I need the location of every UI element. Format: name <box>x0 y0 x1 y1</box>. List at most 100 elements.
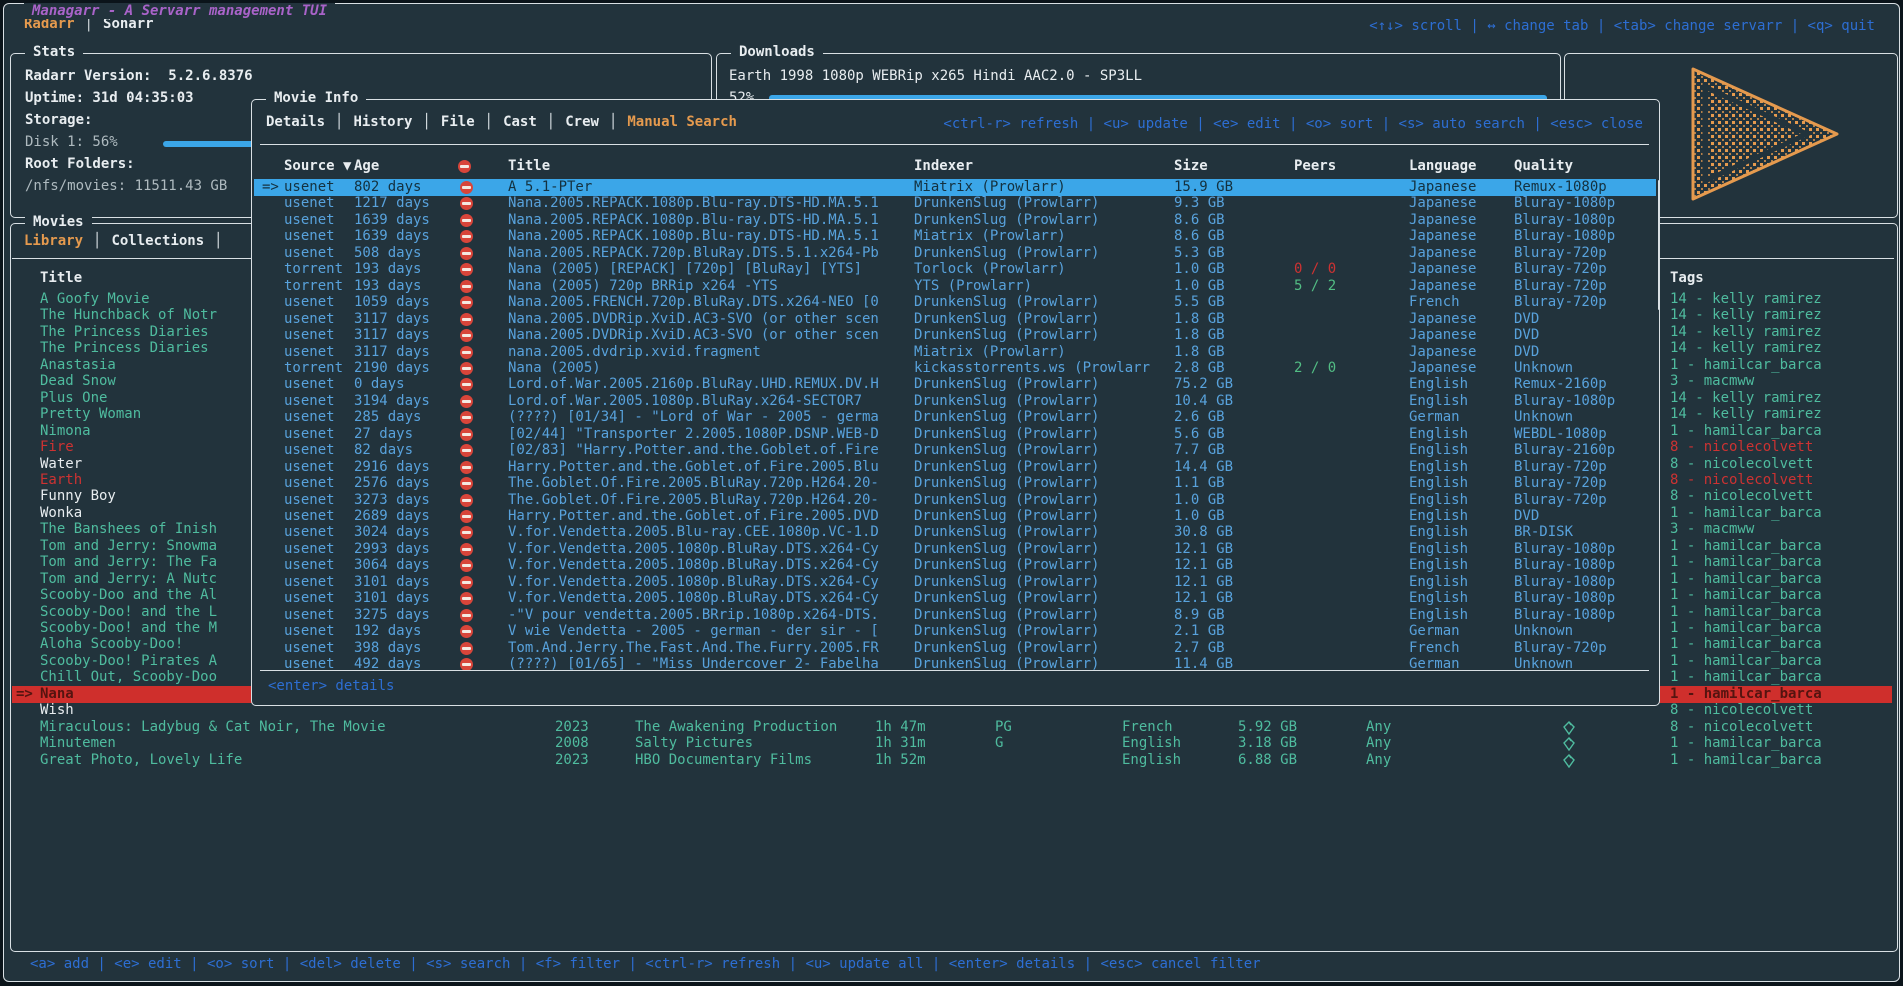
search-result-row[interactable]: usenet3273 daysThe.Goblet.Of.Fire.2005.B… <box>254 492 1656 509</box>
search-result-row[interactable]: usenet3117 daysnana.2005.dvdrip.xvid.fra… <box>254 344 1656 361</box>
movie-tag: 8 - nicolecolvett <box>1670 439 1813 456</box>
release-size: 12.1 GB <box>1174 574 1233 591</box>
release-source: usenet <box>284 228 335 245</box>
search-result-row[interactable]: usenet1639 daysNana.2005.REPACK.1080p.Bl… <box>254 212 1656 229</box>
release-title: [02/83] "Harry.Potter.and.the.Goblet.of.… <box>508 442 879 459</box>
release-title: A 5.1-PTer <box>508 179 592 196</box>
search-result-row[interactable]: usenet27 days[02/44] "Transporter 2.2005… <box>254 426 1656 443</box>
release-language: English <box>1409 393 1468 410</box>
search-result-row[interactable]: usenet2916 daysHarry.Potter.and.the.Gobl… <box>254 459 1656 476</box>
movies-tabs: Library│Collections│ <box>24 233 233 249</box>
release-title: Nana.2005.FRENCH.720p.BluRay.DTS.x264-NE… <box>508 294 879 311</box>
release-title: -"V pour vendetta.2005.BRrip.1080p.x264-… <box>508 607 879 624</box>
tab-separator: │ <box>599 114 627 130</box>
release-language: English <box>1409 508 1468 525</box>
movie-studio: The Awakening Production <box>635 719 837 736</box>
search-result-row[interactable]: usenet3101 daysV.for.Vendetta.2005.1080p… <box>254 574 1656 591</box>
release-source: usenet <box>284 541 335 558</box>
selection-marker: => <box>16 686 33 703</box>
sort-desc-icon: ▼ <box>343 158 351 174</box>
release-indexer: DrunkenSlug (Prowlarr) <box>914 640 1099 657</box>
movie-info-title: Movie Info <box>266 90 366 106</box>
movie-tag: 8 - nicolecolvett <box>1670 472 1813 489</box>
search-result-row[interactable]: usenet2576 daysThe.Goblet.Of.Fire.2005.B… <box>254 475 1656 492</box>
release-language: English <box>1409 541 1468 558</box>
column-quality: Quality <box>1514 158 1573 174</box>
movies-tab-library[interactable]: Library <box>24 233 83 249</box>
movie-info-tab-history[interactable]: History <box>353 114 412 130</box>
movie-tag: 14 - kelly ramirez <box>1670 307 1822 324</box>
movie-title: The Princess Diaries <box>40 340 209 357</box>
app-window: Managarr - A Servarr management TUI Rada… <box>3 3 1900 982</box>
search-result-row[interactable]: usenet1217 daysNana.2005.REPACK.1080p.Bl… <box>254 195 1656 212</box>
release-size: 10.4 GB <box>1174 393 1233 410</box>
movie-title: A Goofy Movie <box>40 291 150 308</box>
search-result-row[interactable]: usenet2993 daysV.for.Vendetta.2005.1080p… <box>254 541 1656 558</box>
search-result-row[interactable]: usenet0 daysLord.of.War.2005.2160p.BluRa… <box>254 376 1656 393</box>
search-result-row[interactable]: usenet1059 daysNana.2005.FRENCH.720p.Blu… <box>254 294 1656 311</box>
release-source: usenet <box>284 524 335 541</box>
release-language: English <box>1409 376 1468 393</box>
movie-info-tab-details[interactable]: Details <box>266 114 325 130</box>
release-source: usenet <box>284 195 335 212</box>
release-title: Nana (2005) [REPACK] [720p] [BluRay] [YT… <box>508 261 862 278</box>
movie-row[interactable]: Miraculous: Ladybug & Cat Noir, The Movi… <box>12 719 1892 736</box>
release-language: Japanese <box>1409 195 1476 212</box>
movie-row[interactable]: Minutemen2008Salty Pictures1h 31mGEnglis… <box>12 735 1892 752</box>
search-result-row[interactable]: torrent193 daysNana (2005) [REPACK] [720… <box>254 261 1656 278</box>
movies-tab-collections[interactable]: Collections <box>111 233 204 249</box>
movie-tag: 1 - hamilcar_barca <box>1670 357 1822 374</box>
release-age: 193 days <box>354 278 421 295</box>
movie-year: 2023 <box>555 719 589 736</box>
search-result-row[interactable]: torrent2190 daysNana (2005)kickasstorren… <box>254 360 1656 377</box>
release-age: 3273 days <box>354 492 430 509</box>
movie-quality-profile: Any <box>1366 735 1391 752</box>
search-result-row[interactable]: torrent193 daysNana (2005) 720p BRRip x2… <box>254 278 1656 295</box>
release-title: V.for.Vendetta.2005.Blu-ray.CEE.1080p.VC… <box>508 524 879 541</box>
release-title: Nana.2005.DVDRip.XviD.AC3-SVO (or other … <box>508 327 879 344</box>
release-indexer: DrunkenSlug (Prowlarr) <box>914 393 1099 410</box>
search-result-row[interactable]: usenet3275 days-"V pour vendetta.2005.BR… <box>254 607 1656 624</box>
search-result-row[interactable]: =>usenet802 daysA 5.1-PTerMiatrix (Prowl… <box>254 179 1656 196</box>
search-result-row[interactable]: usenet3117 daysNana.2005.DVDRip.XviD.AC3… <box>254 311 1656 328</box>
release-age: 3117 days <box>354 344 430 361</box>
release-source: usenet <box>284 459 335 476</box>
search-result-row[interactable]: usenet82 days[02/83] "Harry.Potter.and.t… <box>254 442 1656 459</box>
search-result-row[interactable]: usenet508 daysNana.2005.REPACK.720p.BluR… <box>254 245 1656 262</box>
movie-info-tab-cast[interactable]: Cast <box>503 114 537 130</box>
search-result-row[interactable]: usenet3101 daysV.for.Vendetta.2005.1080p… <box>254 590 1656 607</box>
search-footer-keybind: <enter> details <box>268 678 394 694</box>
movie-title: Fire <box>40 439 74 456</box>
search-result-row[interactable]: usenet3194 daysLord.of.War.2005.1080p.Bl… <box>254 393 1656 410</box>
search-result-row[interactable]: usenet3024 daysV.for.Vendetta.2005.Blu-r… <box>254 524 1656 541</box>
release-indexer: DrunkenSlug (Prowlarr) <box>914 376 1099 393</box>
search-result-row[interactable]: usenet2689 daysHarry.Potter.and.the.Gobl… <box>254 508 1656 525</box>
movie-tag: 1 - hamilcar_barca <box>1670 423 1822 440</box>
release-age: 285 days <box>354 409 421 426</box>
release-indexer: DrunkenSlug (Prowlarr) <box>914 574 1099 591</box>
search-result-row[interactable]: usenet3117 daysNana.2005.DVDRip.XviD.AC3… <box>254 327 1656 344</box>
search-result-row[interactable]: usenet398 daysTom.And.Jerry.The.Fast.And… <box>254 640 1656 657</box>
movie-info-tab-file[interactable]: File <box>441 114 475 130</box>
movie-language: English <box>1122 735 1181 752</box>
movie-info-tab-crew[interactable]: Crew <box>565 114 599 130</box>
movie-tag: 8 - nicolecolvett <box>1670 456 1813 473</box>
search-result-row[interactable]: usenet3064 daysV.for.Vendetta.2005.1080p… <box>254 557 1656 574</box>
release-indexer: DrunkenSlug (Prowlarr) <box>914 294 1099 311</box>
column-source: Source ▼ <box>284 158 351 174</box>
release-source: torrent <box>284 360 343 377</box>
release-size: 1.0 GB <box>1174 278 1225 295</box>
release-size: 1.0 GB <box>1174 508 1225 525</box>
movie-title: Scooby-Doo! and the L <box>40 604 217 621</box>
release-indexer: DrunkenSlug (Prowlarr) <box>914 442 1099 459</box>
search-result-row[interactable]: usenet1639 daysNana.2005.REPACK.1080p.Bl… <box>254 228 1656 245</box>
search-scrollbar-thumb[interactable] <box>1658 180 1660 310</box>
release-indexer: DrunkenSlug (Prowlarr) <box>914 557 1099 574</box>
movie-row[interactable]: Great Photo, Lovely Life2023HBO Document… <box>12 752 1892 769</box>
release-quality: Bluray-720p <box>1514 475 1607 492</box>
search-result-row[interactable]: usenet285 days(????) [01/34] - "Lord of … <box>254 409 1656 426</box>
movie-info-tab-manual-search[interactable]: Manual Search <box>627 114 737 130</box>
release-quality: Bluray-2160p <box>1514 442 1615 459</box>
movie-tag: 1 - hamilcar_barca <box>1670 636 1822 653</box>
search-result-row[interactable]: usenet192 daysV wie Vendetta - 2005 - ge… <box>254 623 1656 640</box>
